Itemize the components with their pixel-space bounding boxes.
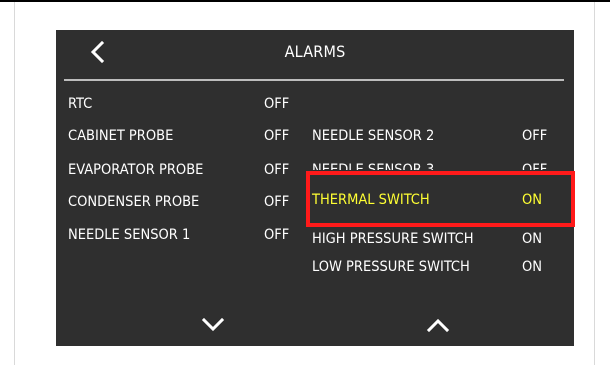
alarm-label: EVAPORATOR PROBE: [68, 162, 204, 178]
scroll-down-button[interactable]: [198, 314, 228, 336]
window-right-border: [594, 2, 595, 365]
alarm-row-needle-sensor-2: NEEDLE SENSOR 2 OFF: [312, 124, 562, 148]
alarm-status: OFF: [522, 162, 548, 170]
alarm-row-high-pressure-switch: HIGH PRESSURE SWITCH ON: [312, 231, 562, 243]
header-divider: [64, 79, 564, 81]
chevron-up-icon: [427, 318, 449, 332]
alarm-row-needle-sensor-1: NEEDLE SENSOR 1 OFF: [68, 223, 308, 247]
alarm-row-condenser-probe: CONDENSER PROBE OFF: [68, 190, 308, 214]
alarm-status: OFF: [264, 96, 290, 112]
window-left-border: [14, 2, 15, 365]
alarm-row-rtc: RTC OFF: [68, 92, 308, 116]
alarm-row-needle-sensor-3: NEEDLE SENSOR 3 OFF: [312, 154, 562, 170]
alarm-status: OFF: [264, 227, 290, 243]
alarm-label: NEEDLE SENSOR 2: [312, 128, 435, 144]
alarm-row-cabinet-probe: CABINET PROBE OFF: [68, 124, 308, 148]
page-title: ALARMS: [284, 42, 346, 61]
alarm-status: OFF: [264, 128, 290, 144]
alarm-label: CABINET PROBE: [68, 128, 174, 144]
scroll-up-button[interactable]: [423, 314, 453, 336]
chevron-left-icon: [90, 41, 105, 63]
alarm-label: RTC: [68, 96, 93, 112]
back-button[interactable]: [82, 38, 112, 66]
alarm-label: LOW PRESSURE SWITCH: [312, 259, 470, 275]
annotation-highlight-box: [306, 171, 575, 227]
alarm-row-evaporator-probe: EVAPORATOR PROBE OFF: [68, 158, 308, 182]
alarm-row-low-pressure-switch: LOW PRESSURE SWITCH ON: [312, 255, 562, 279]
alarm-status: ON: [522, 259, 543, 275]
alarm-label: NEEDLE SENSOR 3: [312, 162, 435, 170]
alarm-label: CONDENSER PROBE: [68, 194, 200, 210]
alarm-status: OFF: [264, 162, 290, 178]
alarm-status: OFF: [264, 194, 290, 210]
alarm-status: OFF: [522, 128, 548, 144]
alarm-label: HIGH PRESSURE SWITCH: [312, 231, 474, 243]
window-top-border: [0, 0, 610, 2]
alarm-label: NEEDLE SENSOR 1: [68, 227, 191, 243]
alarm-status: ON: [522, 231, 543, 243]
chevron-down-icon: [202, 318, 224, 332]
